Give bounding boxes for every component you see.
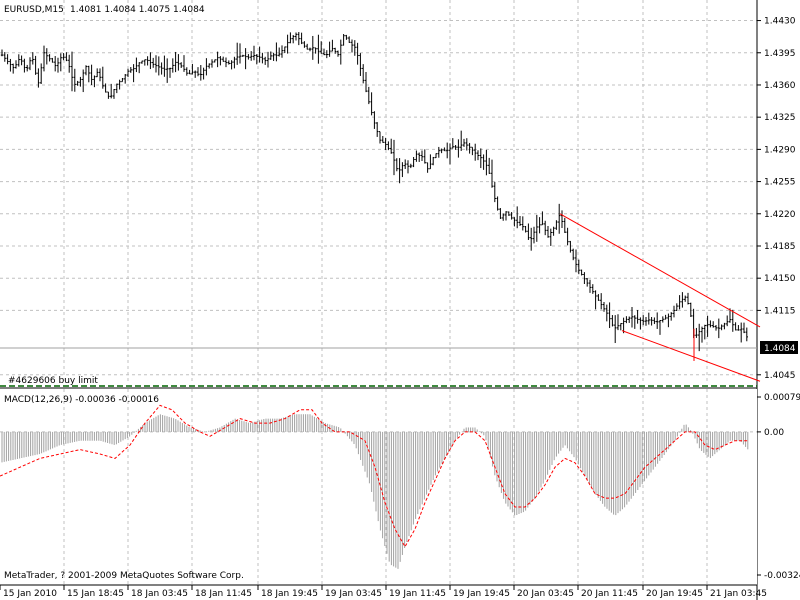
macd-tick-label: 0.00 <box>764 428 784 438</box>
price-tick-label: 1.4360 <box>764 81 796 91</box>
price-tick-label: 1.4395 <box>764 49 796 59</box>
time-tick-label: 18 Jan 03:45 <box>131 589 188 599</box>
time-tick-label: 21 Jan 03:45 <box>710 589 767 599</box>
price-tick-label: 1.4185 <box>764 242 796 252</box>
time-tick-label: 15 Jan 18:45 <box>67 589 124 599</box>
price-tick-label: 1.4150 <box>764 274 796 284</box>
macd-tick-label: -0.00324 <box>764 571 800 581</box>
chart-header-symbol: EURUSD,M15 <box>4 5 64 15</box>
chart-header-ohlc: 1.4081 1.4084 1.4075 1.4084 <box>70 5 205 15</box>
time-tick-label: 19 Jan 11:45 <box>389 589 446 599</box>
time-tick-label: 20 Jan 19:45 <box>646 589 703 599</box>
copyright-text: MetaTrader, ? 2001-2009 MetaQuotes Softw… <box>4 571 244 581</box>
macd-axis: 0.00079 0.00 -0.00324 <box>757 393 800 581</box>
price-tick-label: 1.4115 <box>764 306 796 316</box>
time-tick-label: 18 Jan 19:45 <box>261 589 318 599</box>
time-tick-label: 15 Jan 2010 <box>3 589 57 599</box>
price-axis: 1.4430 1.4395 1.4360 1.4325 1.4290 1.4255 1.42… <box>757 17 796 381</box>
price-tick-label: 1.4430 <box>764 17 796 27</box>
price-tick-label: 1.4220 <box>764 210 796 220</box>
time-tick-label: 20 Jan 11:45 <box>581 589 638 599</box>
price-tick-label: 1.4045 <box>764 371 796 381</box>
time-tick-label: 20 Jan 03:45 <box>517 589 574 599</box>
price-tick-label: 1.4290 <box>764 145 796 155</box>
metatrader-chart-window: 1.4430 1.4395 1.4360 1.4325 1.4290 1.4255 1.42… <box>0 0 800 600</box>
macd-tick-label: 0.00079 <box>764 393 800 403</box>
macd-label: MACD(12,26,9) -0.00036 -0.00016 <box>4 395 159 405</box>
price-tick-label: 1.4325 <box>764 113 796 123</box>
time-axis: 15 Jan 2010 15 Jan 18:45 18 Jan 03:45 18 Ja… <box>0 585 767 599</box>
time-tick-label: 18 Jan 11:45 <box>195 589 252 599</box>
current-price-label: 1.4084 <box>764 344 796 354</box>
time-tick-label: 19 Jan 19:45 <box>453 589 510 599</box>
time-tick-label: 19 Jan 03:45 <box>325 589 382 599</box>
price-tick-label: 1.4255 <box>764 178 796 188</box>
pending-order-label: #4629606 buy limit <box>8 376 98 386</box>
